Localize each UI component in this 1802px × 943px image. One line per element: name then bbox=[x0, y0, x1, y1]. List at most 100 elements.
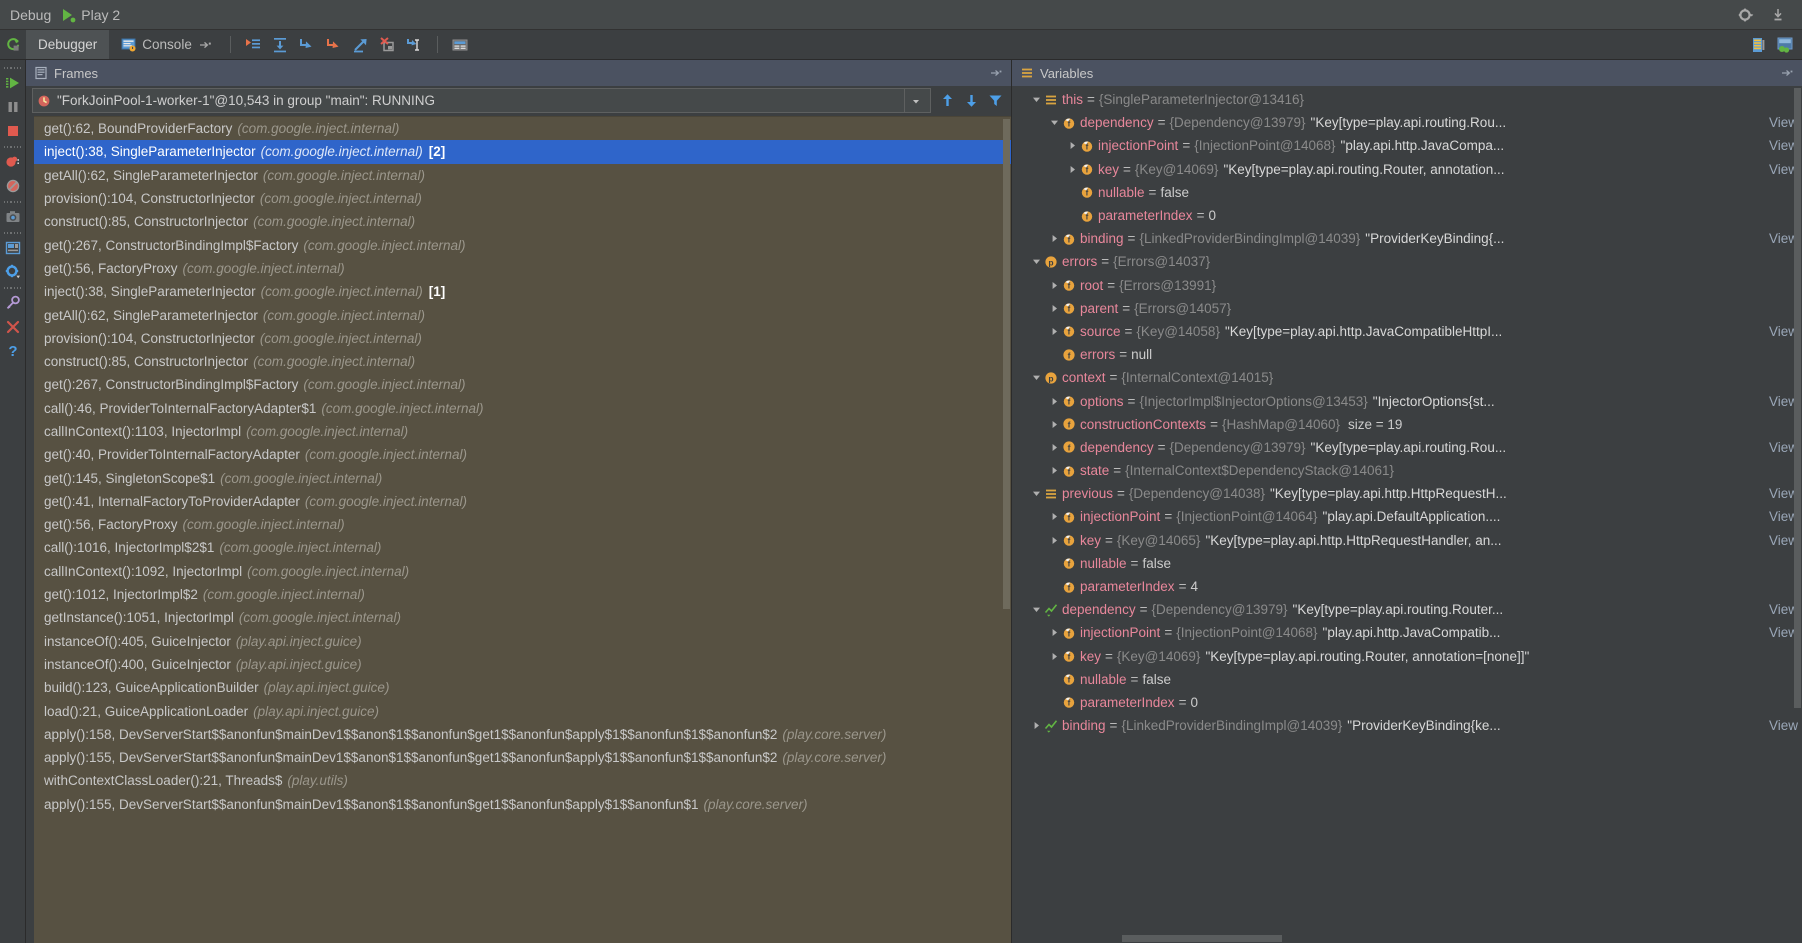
variable-row[interactable]: f injectionPoint = {InjectionPoint@14068} "p… bbox=[1012, 621, 1802, 644]
camera-icon[interactable] bbox=[0, 205, 26, 229]
variables-tree[interactable]: this = {SingleParameterInjector@13416} f dep… bbox=[1012, 86, 1802, 943]
variable-row[interactable]: f parent = {Errors@14057} bbox=[1012, 297, 1802, 320]
threads-icon[interactable] bbox=[1750, 36, 1768, 54]
chevron-right-icon[interactable] bbox=[1048, 536, 1061, 545]
frames-list[interactable]: get():62, BoundProviderFactory (com.googl… bbox=[34, 116, 1011, 943]
variable-row[interactable]: previous = {Dependency@14038} "Key[type=pla… bbox=[1012, 482, 1802, 505]
force-step-into-icon[interactable] bbox=[322, 33, 346, 57]
arrow-up-icon[interactable] bbox=[937, 90, 957, 112]
chevron-right-icon[interactable] bbox=[1066, 165, 1079, 174]
thread-combo[interactable]: "ForkJoinPool-1-worker-1"@10,543 in grou… bbox=[32, 88, 931, 113]
chevron-right-icon[interactable] bbox=[1048, 443, 1061, 452]
variable-row[interactable]: this = {SingleParameterInjector@13416} bbox=[1012, 88, 1802, 111]
pause-icon[interactable] bbox=[0, 95, 26, 119]
rerun-icon[interactable] bbox=[0, 30, 26, 59]
frame-row[interactable]: withContextClassLoader():21, Threads$ (pl… bbox=[34, 769, 1011, 792]
frame-row[interactable]: build():123, GuiceApplicationBuilder (pla… bbox=[34, 676, 1011, 699]
variable-row[interactable]: f errors = null bbox=[1012, 343, 1802, 366]
frames-scrollbar[interactable] bbox=[1002, 117, 1011, 943]
chevron-down-icon[interactable] bbox=[904, 89, 926, 112]
frame-row[interactable]: load():21, GuiceApplicationLoader (play.a… bbox=[34, 699, 1011, 722]
chevron-right-icon[interactable] bbox=[1048, 304, 1061, 313]
frame-row[interactable]: inject():38, SingleParameterInjector (com… bbox=[34, 140, 1011, 164]
chevron-right-icon[interactable] bbox=[1048, 420, 1061, 429]
step-over-icon[interactable] bbox=[268, 33, 292, 57]
variable-row[interactable]: f key = {Key@14069} "Key[type=play.api.routi… bbox=[1012, 645, 1802, 668]
step-into-icon[interactable] bbox=[295, 33, 319, 57]
variable-row[interactable]: f options = {InjectorImpl$InjectorOptions@1… bbox=[1012, 389, 1802, 412]
chevron-right-icon[interactable] bbox=[1048, 628, 1061, 637]
chevron-down-icon[interactable] bbox=[1030, 373, 1043, 382]
chevron-right-icon[interactable] bbox=[1048, 652, 1061, 661]
tab-console[interactable]: Console bbox=[109, 30, 224, 59]
frame-row[interactable]: get():56, FactoryProxy (com.google.inject… bbox=[34, 513, 1011, 536]
variables-scrollbar-thumb[interactable] bbox=[1794, 88, 1801, 708]
frame-row[interactable]: getInstance():1051, InjectorImpl (com.goo… bbox=[34, 606, 1011, 629]
execution-point-icon[interactable] bbox=[241, 33, 265, 57]
variables-hscrollbar-thumb[interactable] bbox=[1122, 935, 1282, 942]
frame-row[interactable]: callInContext():1092, InjectorImpl (com.g… bbox=[34, 560, 1011, 583]
collapse-icon[interactable] bbox=[1780, 66, 1794, 80]
variable-row[interactable]: p errors = {Errors@14037} bbox=[1012, 250, 1802, 273]
resume-icon[interactable] bbox=[0, 71, 26, 95]
variable-row[interactable]: f binding = {LinkedProviderBindingImpl@1403… bbox=[1012, 227, 1802, 250]
chevron-down-icon[interactable] bbox=[1048, 118, 1061, 127]
minimize-icon[interactable] bbox=[1770, 7, 1786, 23]
chevron-right-icon[interactable] bbox=[1048, 397, 1061, 406]
frame-row[interactable]: instanceOf():400, GuiceInjector (play.api… bbox=[34, 653, 1011, 676]
frames-scrollbar-thumb[interactable] bbox=[1003, 119, 1010, 609]
frame-row[interactable]: callInContext():1103, InjectorImpl (com.g… bbox=[34, 420, 1011, 443]
variable-row[interactable]: f constructionContexts = {HashMap@14060} siz… bbox=[1012, 413, 1802, 436]
step-out-icon[interactable] bbox=[349, 33, 373, 57]
drop-frame-icon[interactable] bbox=[376, 33, 400, 57]
collapse-icon[interactable] bbox=[989, 66, 1003, 80]
variable-row[interactable]: f state = {InternalContext$DependencyStack@… bbox=[1012, 459, 1802, 482]
close-icon[interactable] bbox=[0, 315, 26, 339]
chevron-right-icon[interactable] bbox=[1030, 721, 1043, 730]
gear-icon[interactable] bbox=[0, 260, 26, 284]
chevron-down-icon[interactable] bbox=[1030, 257, 1043, 266]
variable-row[interactable]: f key = {Key@14065} "Key[type=play.api.http.… bbox=[1012, 529, 1802, 552]
variable-row[interactable]: f parameterIndex = 4 bbox=[1012, 575, 1802, 598]
chevron-right-icon[interactable] bbox=[1048, 512, 1061, 521]
variable-row[interactable]: p context = {InternalContext@14015} bbox=[1012, 366, 1802, 389]
variable-row[interactable]: f source = {Key@14058} "Key[type=play.api.ht… bbox=[1012, 320, 1802, 343]
frame-row[interactable]: getAll():62, SingleParameterInjector (com… bbox=[34, 164, 1011, 187]
frame-row[interactable]: get():1012, InjectorImpl$2 (com.google.in… bbox=[34, 583, 1011, 606]
variable-row[interactable]: f injectionPoint = {InjectionPoint@14064} "p… bbox=[1012, 505, 1802, 528]
frame-row[interactable]: construct():85, ConstructorInjector (com.… bbox=[34, 350, 1011, 373]
rail-drag-handle[interactable] bbox=[3, 64, 22, 71]
frame-row[interactable]: call():1016, InjectorImpl$2$1 (com.google… bbox=[34, 536, 1011, 559]
variables-scrollbar[interactable] bbox=[1793, 86, 1802, 943]
variable-row[interactable]: f dependency = {Dependency@13979} "Key[type=… bbox=[1012, 111, 1802, 134]
frame-row[interactable]: get():267, ConstructorBindingImpl$Factor… bbox=[34, 233, 1011, 256]
pin-icon[interactable] bbox=[0, 291, 26, 315]
chevron-down-icon[interactable] bbox=[1030, 489, 1043, 498]
frame-row[interactable]: provision():104, ConstructorInjector (com… bbox=[34, 327, 1011, 350]
frame-row[interactable]: construct():85, ConstructorInjector (com.… bbox=[34, 210, 1011, 233]
frame-row[interactable]: call():46, ProviderToInternalFactoryAdap… bbox=[34, 397, 1011, 420]
frame-row[interactable]: get():56, FactoryProxy (com.google.inject… bbox=[34, 257, 1011, 280]
variable-row[interactable]: f key = {Key@14069} "Key[type=play.api.routi… bbox=[1012, 158, 1802, 181]
chevron-down-icon[interactable] bbox=[1030, 605, 1043, 614]
breakpoints-icon[interactable] bbox=[0, 150, 26, 174]
variable-row[interactable]: f parameterIndex = 0 bbox=[1012, 204, 1802, 227]
frame-row[interactable]: provision():104, ConstructorInjector (com… bbox=[34, 187, 1011, 210]
layout-icon[interactable] bbox=[0, 236, 26, 260]
variable-row[interactable]: f nullable = false bbox=[1012, 181, 1802, 204]
frame-row[interactable]: get():145, SingletonScope$1 (com.google.i… bbox=[34, 466, 1011, 489]
frame-row[interactable]: inject():38, SingleParameterInjector (com… bbox=[34, 280, 1011, 303]
frame-row[interactable]: apply():155, DevServerStart$$anonfun$mai… bbox=[34, 793, 1011, 816]
gear-icon[interactable] bbox=[1738, 7, 1754, 23]
variable-row[interactable]: dependency = {Dependency@13979} "Key[type=p… bbox=[1012, 598, 1802, 621]
stop-icon[interactable] bbox=[0, 119, 26, 143]
frame-row[interactable]: getAll():62, SingleParameterInjector (com… bbox=[34, 303, 1011, 326]
variable-row[interactable]: f dependency = {Dependency@13979} "Key[type=… bbox=[1012, 436, 1802, 459]
variable-row[interactable]: f parameterIndex = 0 bbox=[1012, 691, 1802, 714]
run-to-cursor-icon[interactable] bbox=[403, 33, 427, 57]
chevron-right-icon[interactable] bbox=[1066, 141, 1079, 150]
chevron-right-icon[interactable] bbox=[1048, 327, 1061, 336]
mute-breakpoints-icon[interactable] bbox=[0, 174, 26, 198]
variable-row[interactable]: f nullable = false bbox=[1012, 552, 1802, 575]
variable-row[interactable]: f injectionPoint = {InjectionPoint@14068} "p… bbox=[1012, 134, 1802, 157]
